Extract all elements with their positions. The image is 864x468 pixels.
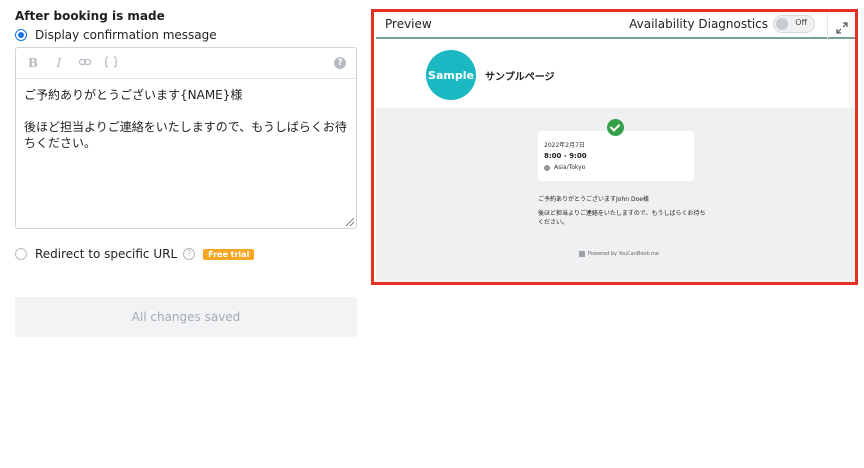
- display-confirmation-option[interactable]: Display confirmation message: [15, 28, 217, 42]
- youcanbookme-logo-icon: [579, 251, 585, 257]
- booking-page-header: Sample サンプルページ: [376, 41, 855, 108]
- redirect-radio[interactable]: [15, 248, 27, 260]
- editor-help-icon[interactable]: ?: [334, 57, 346, 69]
- variables-icon[interactable]: [104, 55, 118, 71]
- toggle-knob: [776, 18, 788, 30]
- page-name: サンプルページ: [485, 72, 555, 83]
- preview-title: Preview: [385, 17, 432, 31]
- booking-confirmation: 2022年2月7日 8:00 - 9:00 Asia/Tokyo ご予約ありがと…: [376, 108, 855, 282]
- follow-up-message: 後ほど担当よりご連絡をいたしますので、もうしばらくお待ちください。: [538, 210, 706, 226]
- link-icon[interactable]: [78, 56, 92, 70]
- booking-date: 2022年2月7日: [544, 142, 585, 149]
- resize-handle-icon[interactable]: [346, 218, 354, 226]
- editor-toolbar: B I ?: [16, 48, 356, 79]
- editor-text[interactable]: ご予約ありがとうございます{NAME}様 後ほど担当よりご連絡をいたしますので、…: [16, 79, 356, 159]
- display-confirmation-radio[interactable]: [15, 29, 27, 41]
- timezone-label: Asia/Tokyo: [554, 164, 586, 171]
- italic-button[interactable]: I: [52, 56, 66, 70]
- header-divider: [827, 12, 828, 39]
- confirmation-message: ご予約ありがとうございますJohn Doe様: [538, 196, 649, 203]
- bold-button[interactable]: B: [26, 56, 40, 70]
- powered-by-label: Powered by YouCanBook.me: [588, 251, 659, 257]
- confirmation-message-editor[interactable]: B I ? ご予約ありがとうございます{NAME}様 後ほど担当よりご連絡をいた…: [15, 47, 357, 229]
- diagnostics-toggle[interactable]: Off: [773, 15, 815, 33]
- check-icon: [607, 119, 624, 136]
- preview-panel: Preview Availability Diagnostics Off Sam…: [376, 12, 855, 282]
- help-icon[interactable]: ?: [183, 248, 196, 260]
- redirect-option[interactable]: Redirect to specific URL ? Free trial: [15, 247, 255, 261]
- section-title: After booking is made: [15, 9, 165, 23]
- save-button[interactable]: All changes saved: [15, 297, 357, 337]
- display-confirmation-label: Display confirmation message: [35, 28, 217, 42]
- logo: Sample: [426, 50, 476, 100]
- preview-header: Preview Availability Diagnostics Off: [376, 12, 855, 39]
- diagnostics-label: Availability Diagnostics: [629, 17, 768, 31]
- powered-by: Powered by YouCanBook.me: [579, 251, 659, 257]
- booking-timezone: Asia/Tokyo: [544, 164, 585, 171]
- free-trial-badge: Free trial: [203, 248, 255, 260]
- booking-time: 8:00 - 9:00: [544, 152, 587, 160]
- toggle-state: Off: [795, 18, 807, 27]
- globe-icon: [544, 164, 550, 171]
- expand-icon[interactable]: [836, 19, 848, 34]
- redirect-label: Redirect to specific URL: [35, 247, 178, 261]
